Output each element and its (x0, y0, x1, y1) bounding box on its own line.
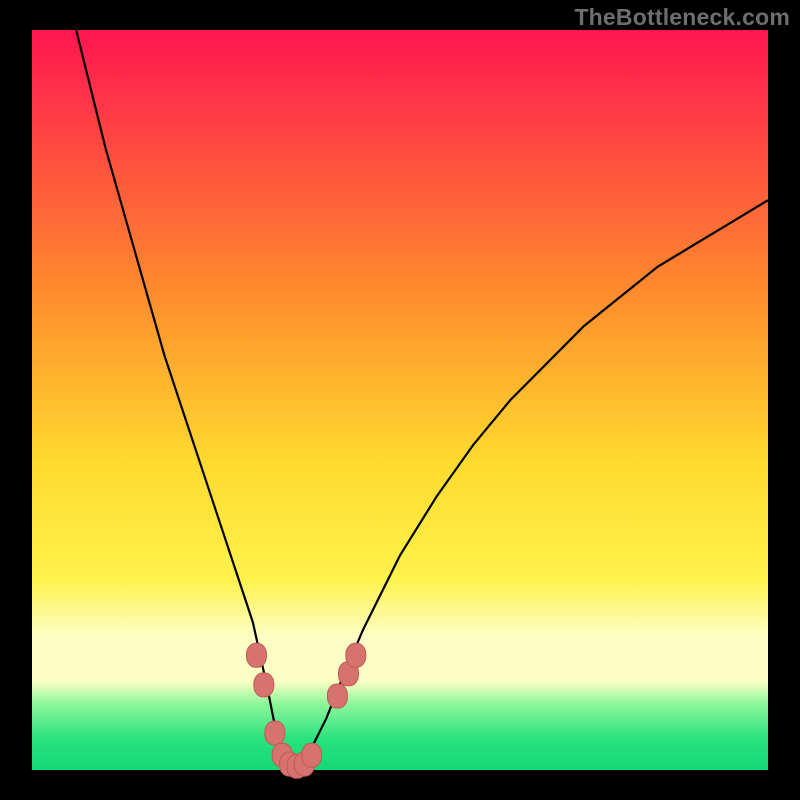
curve-marker (327, 684, 347, 708)
bottleneck-chart (0, 0, 800, 800)
watermark-text: TheBottleneck.com (574, 4, 790, 31)
curve-marker (254, 673, 274, 697)
gradient-background (32, 30, 768, 770)
curve-marker (302, 743, 322, 767)
curve-marker (346, 643, 366, 667)
plot-area (32, 30, 768, 778)
curve-marker (246, 643, 266, 667)
chart-frame: TheBottleneck.com (0, 0, 800, 800)
curve-marker (265, 721, 285, 745)
